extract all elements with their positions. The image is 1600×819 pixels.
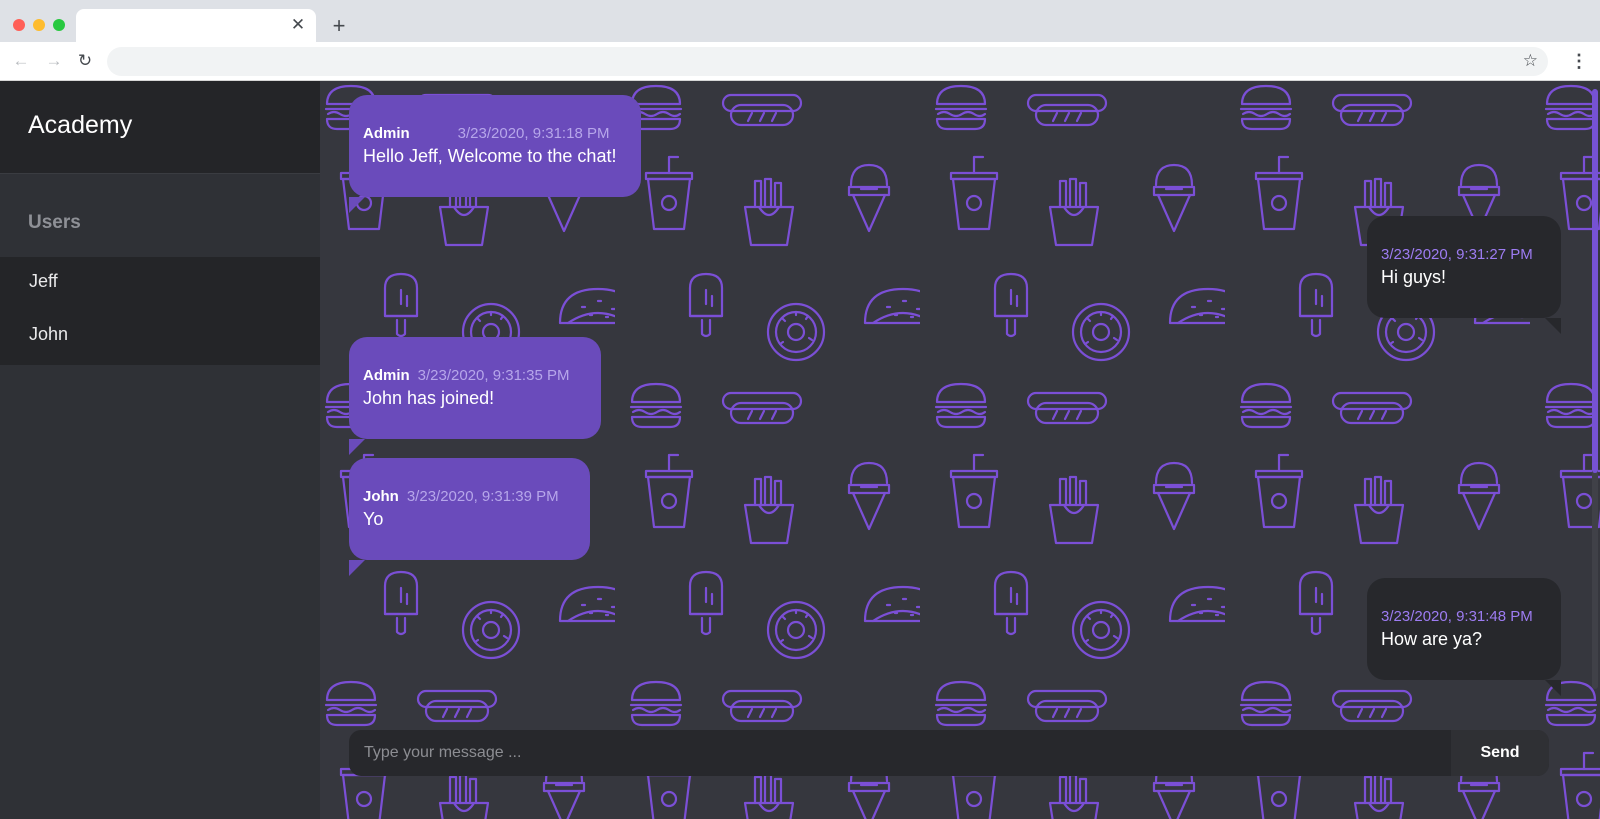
user-item-john[interactable]: John	[29, 324, 68, 345]
user-item-jeff[interactable]: Jeff	[29, 271, 58, 292]
users-heading: Users	[28, 212, 81, 233]
sidebar: Academy Users Jeff John	[0, 81, 320, 819]
message-bubble: Admin 3/23/2020, 9:31:18 PM Hello Jeff, W…	[349, 95, 641, 213]
message-bubble: John 3/23/2020, 9:31:39 PM Yo	[349, 458, 590, 576]
address-bar[interactable]: ☆	[107, 47, 1548, 76]
user-list: Jeff John	[0, 257, 320, 365]
message-tail	[1545, 680, 1561, 696]
message-bubble: Admin 3/23/2020, 9:31:35 PM John has join…	[349, 337, 601, 455]
message-timestamp: 3/23/2020, 9:31:48 PM	[1381, 608, 1533, 625]
browser-toolbar: ← → ↻ ☆ ⋮	[0, 42, 1600, 81]
bookmark-star-icon[interactable]: ☆	[1523, 50, 1538, 72]
chat-scrollbar-thumb[interactable]	[1592, 89, 1598, 473]
sidebar-divider	[0, 173, 320, 174]
minimize-window-icon[interactable]	[33, 19, 45, 31]
message-text: Hello Jeff, Welcome to the chat!	[363, 146, 617, 166]
message-bubble: 3/23/2020, 9:31:27 PM Hi guys!	[1367, 216, 1561, 334]
message-input[interactable]	[349, 730, 1449, 776]
new-tab-icon[interactable]: +	[328, 15, 350, 37]
tab-close-icon[interactable]: ✕	[288, 15, 308, 35]
message-author: Admin	[363, 125, 410, 142]
message-text: Hi guys!	[1381, 267, 1447, 287]
message-text: How are ya?	[1381, 629, 1483, 649]
brand-header: Academy	[0, 81, 320, 173]
message-bubble: 3/23/2020, 9:31:48 PM How are ya?	[1367, 578, 1561, 696]
browser-tab[interactable]: ✕	[76, 9, 316, 42]
message-tail	[349, 439, 365, 455]
message-timestamp: 3/23/2020, 9:31:27 PM	[1381, 246, 1533, 263]
browser-menu-icon[interactable]: ⋮	[1570, 50, 1588, 72]
browser-tabstrip: ✕ +	[0, 0, 1600, 42]
chat-app: Academy Users Jeff John Admin 3/23/2020,…	[0, 81, 1600, 819]
message-text: John has joined!	[363, 388, 495, 408]
message-timestamp: 3/23/2020, 9:31:18 PM	[457, 125, 610, 142]
message-tail	[349, 560, 365, 576]
message-text: Yo	[363, 509, 384, 529]
message-header: Admin 3/23/2020, 9:31:18 PM	[363, 125, 627, 142]
chat-panel: Admin 3/23/2020, 9:31:18 PM Hello Jeff, W…	[320, 81, 1600, 819]
message-header: Admin 3/23/2020, 9:31:35 PM	[363, 367, 587, 384]
message-timestamp: 3/23/2020, 9:31:39 PM	[406, 488, 559, 505]
message-author: John	[363, 488, 399, 505]
message-header: 3/23/2020, 9:31:27 PM	[1381, 246, 1547, 263]
message-tail	[1545, 318, 1561, 334]
back-arrow-icon[interactable]: ←	[10, 50, 32, 72]
message-header: John 3/23/2020, 9:31:39 PM	[363, 488, 576, 505]
reload-icon[interactable]: ↻	[74, 50, 96, 72]
chat-scrollbar[interactable]	[1592, 89, 1598, 689]
forward-arrow-icon[interactable]: →	[43, 50, 65, 72]
maximize-window-icon[interactable]	[53, 19, 65, 31]
close-window-icon[interactable]	[13, 19, 25, 31]
message-tail	[349, 197, 365, 213]
message-header: 3/23/2020, 9:31:48 PM	[1381, 608, 1547, 625]
message-timestamp: 3/23/2020, 9:31:35 PM	[417, 367, 570, 384]
send-button[interactable]: Send	[1451, 730, 1549, 776]
app-title: Academy	[28, 111, 133, 139]
message-composer: Send	[349, 730, 1549, 776]
message-author: Admin	[363, 367, 410, 384]
